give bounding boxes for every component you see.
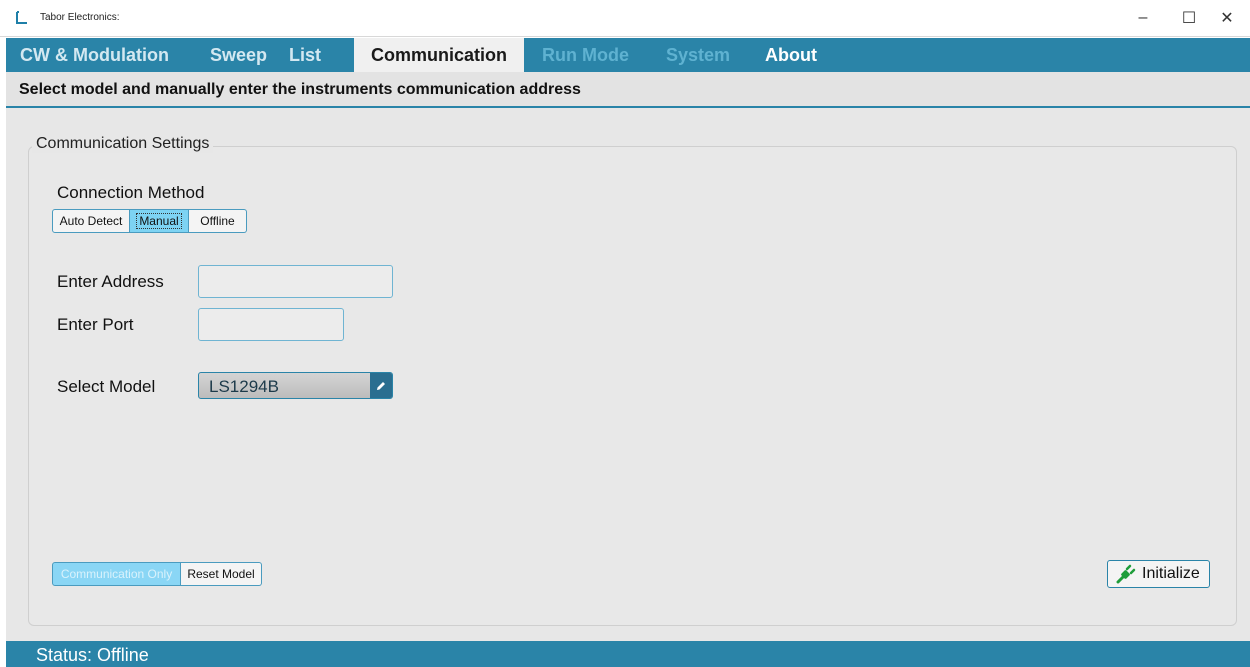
pencil-icon [377,381,385,390]
model-value: LS1294B [209,377,279,396]
main-content: Communication Settings Connection Method… [6,108,1250,641]
reset-model-button[interactable]: Reset Model [181,562,262,586]
status-bar: Status: Offline [6,641,1250,667]
tabor-logo-icon [16,11,27,24]
communication-mode-toggle: Communication Only Reset Model [52,562,262,586]
instruction-text: Select model and manually enter the inst… [19,81,581,98]
address-input[interactable] [198,265,393,298]
tab-cw-modulation[interactable]: CW & Modulation [20,38,169,72]
minimize-button[interactable]: – [1120,0,1166,36]
model-label: Select Model [57,377,156,396]
title-bar: Tabor Electronics: – ☐ ✕ [0,0,1250,37]
plug-icon [1116,564,1136,584]
tab-system[interactable]: System [666,38,730,72]
connection-method-toggle: Auto Detect Manual Offline [52,209,247,233]
tab-run-mode[interactable]: Run Mode [542,38,629,72]
window-title: Tabor Electronics: [40,12,120,23]
port-input[interactable] [198,308,344,341]
instruction-banner: Select model and manually enter the inst… [6,72,1250,108]
auto-detect-button[interactable]: Auto Detect [52,209,130,233]
communication-only-button[interactable]: Communication Only [52,562,181,586]
status-text: Status: Offline [36,645,149,665]
tab-sweep[interactable]: Sweep [210,38,267,72]
model-edit-button[interactable] [370,373,392,398]
tab-about[interactable]: About [765,38,817,72]
close-button[interactable]: ✕ [1204,0,1250,36]
model-select[interactable]: LS1294B [198,372,393,399]
initialize-button[interactable]: Initialize [1107,560,1210,588]
manual-button[interactable]: Manual [130,209,189,233]
offline-button[interactable]: Offline [189,209,247,233]
tab-list[interactable]: List [289,38,321,72]
initialize-label: Initialize [1142,565,1200,582]
tab-communication[interactable]: Communication [354,38,524,72]
connection-method-label: Connection Method [57,183,205,202]
tab-bar: CW & Modulation Sweep List Communication… [6,38,1250,72]
address-label: Enter Address [57,272,164,291]
group-title: Communication Settings [32,135,214,153]
port-label: Enter Port [57,315,134,334]
